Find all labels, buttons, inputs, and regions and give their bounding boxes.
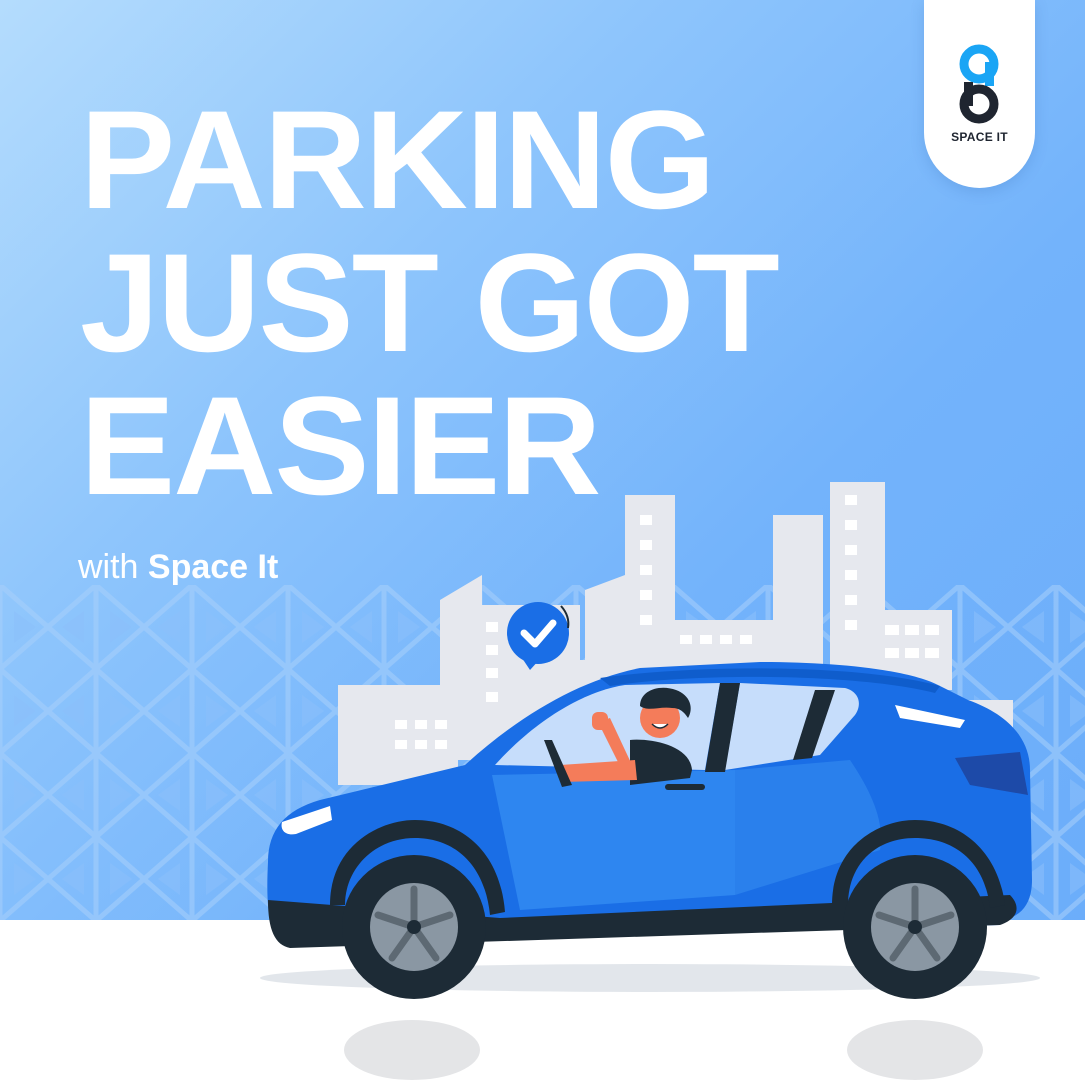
headline: PARKING JUST GOT EASIER [80,88,780,517]
space-it-logo-mark [959,44,999,124]
headline-line-2: JUST GOT [80,224,780,381]
headline-line-1: PARKING [80,81,716,238]
tagline-prefix: with [78,548,139,586]
brand-logo-card: SPACE IT [924,0,1035,188]
car [267,662,1032,999]
check-badge-icon [507,602,570,670]
tagline: with Space It [78,543,278,591]
front-wheel [342,855,486,999]
headline-line-3: EASIER [80,367,601,524]
car-reflection [344,1020,983,1080]
logo-text: SPACE IT [951,130,1008,144]
rear-wheel [843,855,987,999]
tagline-brand: Space It [147,548,279,586]
ad-poster: PARKING JUST GOT EASIER with Space It SP… [0,0,1085,1080]
